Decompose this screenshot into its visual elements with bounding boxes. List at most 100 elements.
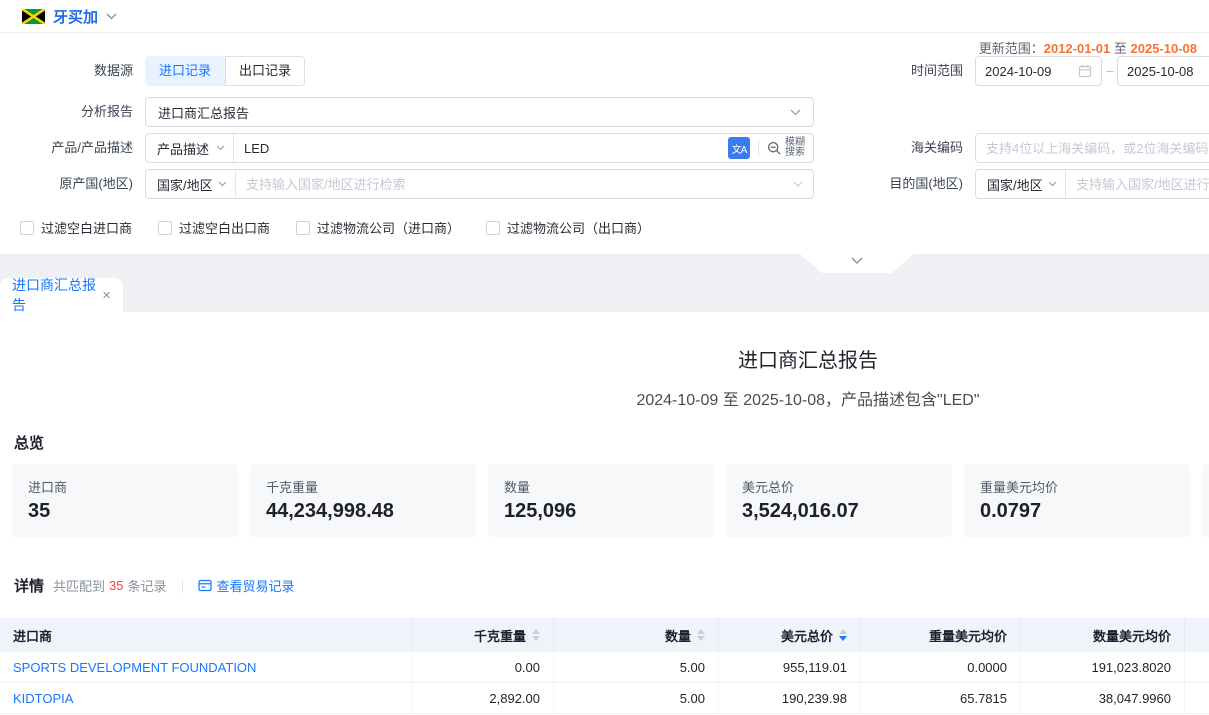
- origin-country-input[interactable]: [236, 171, 793, 197]
- col-header-quantity[interactable]: 数量: [554, 618, 719, 652]
- topbar: 牙买加: [0, 0, 1209, 33]
- col-header-usd-total[interactable]: 美元总价: [719, 618, 861, 652]
- fuzzy-search-button[interactable]: 模糊 搜索: [767, 138, 805, 159]
- sort-icon[interactable]: [532, 629, 540, 641]
- tab-export-records[interactable]: 出口记录: [225, 56, 305, 86]
- card-usd-per-weight: 重量美元均价 0.0797: [964, 464, 1190, 537]
- chevron-down-icon: [793, 181, 803, 187]
- card-value: 0.0797: [980, 500, 1174, 523]
- cell-empty: [1185, 683, 1209, 713]
- filter-panel: 更新范围：2012-01-01 至 2025-10-08 数据源 进口记录 出口…: [0, 34, 1209, 254]
- card-value: 44,234,998.48: [266, 500, 460, 523]
- tab-import-records[interactable]: 进口记录: [145, 56, 225, 86]
- col-header-importer: 进口商: [0, 618, 412, 652]
- hs-code-label: 海关编码: [830, 133, 963, 163]
- table-row: SPORTS DEVELOPMENT FOUNDATION 0.00 5.00 …: [0, 652, 1209, 683]
- table-header-row: 进口商 千克重量 数量 美元总价 重量美元均价 数量美: [0, 618, 1209, 652]
- destination-filter-group: 国家/地区: [975, 169, 1209, 199]
- data-source-toggle: 进口记录 出口记录: [145, 56, 305, 86]
- jamaica-flag-icon: [22, 9, 45, 24]
- report-type-label: 分析报告: [0, 97, 133, 127]
- checkbox-filter-logistics-exporter[interactable]: 过滤物流公司（出口商）: [486, 218, 650, 237]
- report-type-select[interactable]: 进口商汇总报告: [145, 97, 814, 127]
- date-to-value: 2025-10-08: [1127, 64, 1194, 79]
- checkbox-filter-logistics-importer[interactable]: 过滤物流公司（进口商）: [296, 218, 460, 237]
- update-range-to: 2025-10-08: [1131, 41, 1198, 56]
- trade-data-app: 牙买加 更新范围：2012-01-01 至 2025-10-08 数据源 进口记…: [0, 0, 1209, 715]
- product-label: 产品/产品描述: [0, 133, 133, 163]
- collapse-chevron-down-icon: [851, 257, 863, 265]
- hs-code-input[interactable]: [976, 135, 1209, 161]
- card-label: 数量: [504, 477, 698, 496]
- product-field-type-value: 产品描述: [157, 139, 209, 158]
- cell-usd-total: 190,239.98: [719, 683, 861, 713]
- product-filter-group: 产品描述 文A 模糊 搜索: [145, 133, 814, 163]
- date-from-value: 2024-10-09: [985, 64, 1052, 79]
- card-partial: [1202, 464, 1209, 537]
- overview-cards: 进口商 35 千克重量 44,234,998.48 数量 125,096 美元总…: [12, 464, 1209, 537]
- sort-icon-active-desc[interactable]: [839, 629, 847, 641]
- checkbox-filter-blank-exporter[interactable]: 过滤空白出口商: [158, 218, 270, 237]
- table-row: KIDTOPIA 2,892.00 5.00 190,239.98 65.781…: [0, 683, 1209, 714]
- cell-usd-total: 955,119.01: [719, 652, 861, 682]
- update-range-from: 2012-01-01: [1044, 41, 1111, 56]
- card-usd-total: 美元总价 3,524,016.07: [726, 464, 952, 537]
- tab-importer-summary-report[interactable]: 进口商汇总报告 ×: [0, 278, 123, 312]
- origin-label: 原产国(地区): [0, 169, 133, 199]
- checkbox-filter-blank-importer[interactable]: 过滤空白进口商: [20, 218, 132, 237]
- cell-importer: SPORTS DEVELOPMENT FOUNDATION: [0, 652, 412, 682]
- cell-quantity: 5.00: [554, 683, 719, 713]
- chevron-down-icon: [218, 181, 227, 187]
- divider: [758, 140, 759, 156]
- cell-quantity: 5.00: [554, 652, 719, 682]
- tab-close-icon[interactable]: ×: [102, 288, 111, 303]
- filter-checkboxes: 过滤空白进口商 过滤空白出口商 过滤物流公司（进口商） 过滤物流公司（出口商）: [20, 218, 650, 237]
- country-chevron-down-icon[interactable]: [106, 13, 117, 20]
- calendar-icon: [1078, 64, 1092, 78]
- cell-usd-per-weight: 0.0000: [861, 652, 1021, 682]
- product-description-input[interactable]: [234, 135, 728, 161]
- hs-code-field: [975, 133, 1209, 163]
- translate-icon[interactable]: 文A: [728, 137, 750, 159]
- view-trade-records-link[interactable]: 查看贸易记录: [198, 576, 295, 595]
- update-range-label: 更新范围：: [979, 41, 1044, 56]
- update-range: 更新范围：2012-01-01 至 2025-10-08: [979, 38, 1197, 57]
- cell-importer: KIDTOPIA: [0, 683, 412, 713]
- card-value: 35: [28, 500, 222, 523]
- destination-label: 目的国(地区): [830, 169, 963, 199]
- importer-link[interactable]: KIDTOPIA: [13, 691, 73, 706]
- sort-icon[interactable]: [697, 629, 705, 641]
- time-range-label: 时间范围: [830, 56, 963, 86]
- checkbox-label: 过滤空白进口商: [41, 218, 132, 237]
- card-label: 重量美元均价: [980, 477, 1174, 496]
- details-bar: 详情 共匹配到 35 条记录 查看贸易记录: [14, 575, 295, 596]
- origin-field-type-select[interactable]: 国家/地区: [146, 170, 236, 198]
- fuzzy-search-label: 模糊 搜索: [785, 138, 805, 159]
- checkbox-icon: [296, 221, 310, 235]
- checkbox-label: 过滤空白出口商: [179, 218, 270, 237]
- importer-link[interactable]: SPORTS DEVELOPMENT FOUNDATION: [13, 660, 256, 675]
- tab-strip: 进口商汇总报告 ×: [0, 254, 1209, 312]
- card-label: 千克重量: [266, 477, 460, 496]
- cell-kg-weight: 0.00: [412, 652, 554, 682]
- col-header-kg-weight[interactable]: 千克重量: [412, 618, 554, 652]
- view-trade-records-label: 查看贸易记录: [217, 576, 295, 595]
- data-source-label: 数据源: [0, 56, 133, 86]
- destination-field-type-select[interactable]: 国家/地区: [976, 170, 1066, 198]
- destination-country-input[interactable]: [1066, 171, 1209, 197]
- trade-records-icon: [198, 579, 212, 592]
- product-field-type-select[interactable]: 产品描述: [146, 134, 234, 162]
- origin-field-type-value: 国家/地区: [157, 175, 213, 194]
- details-heading: 详情: [14, 575, 44, 596]
- country-selector[interactable]: 牙买加: [53, 6, 98, 27]
- date-from-input[interactable]: 2024-10-09: [975, 56, 1102, 86]
- date-to-input[interactable]: 2025-10-08: [1117, 56, 1209, 86]
- chevron-down-icon: [216, 145, 225, 151]
- card-value: 3,524,016.07: [742, 500, 936, 523]
- col-header-empty: [1185, 618, 1209, 652]
- collapse-panel-handle[interactable]: [800, 254, 914, 273]
- fuzzy-search-magnifier-icon: [767, 141, 782, 156]
- chevron-down-icon: [1048, 181, 1057, 187]
- report-title: 进口商汇总报告: [0, 344, 1209, 373]
- checkbox-label: 过滤物流公司（进口商）: [317, 218, 460, 237]
